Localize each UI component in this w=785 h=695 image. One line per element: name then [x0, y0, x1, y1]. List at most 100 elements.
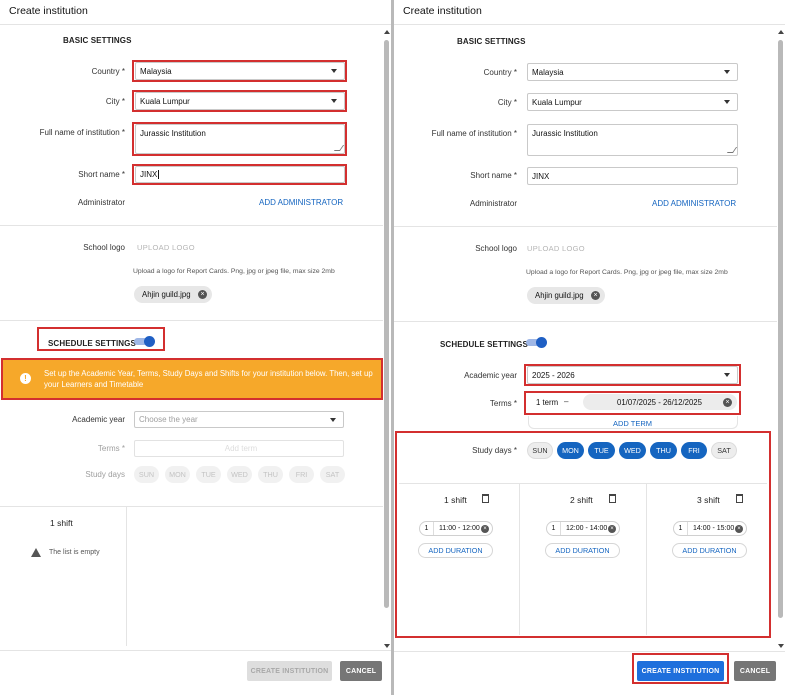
duration-time: 12:00 - 14:00: [566, 525, 608, 532]
city-label: City *: [497, 98, 517, 107]
duration-time: 14:00 - 15:00: [693, 525, 735, 532]
city-select[interactable]: Kuala Lumpur: [527, 93, 738, 111]
divider: [394, 651, 785, 652]
close-icon[interactable]: ×: [735, 525, 743, 533]
add-duration-button[interactable]: ADD DURATION: [545, 543, 620, 558]
upload-logo-button[interactable]: UPLOAD LOGO: [527, 244, 585, 253]
close-icon[interactable]: ×: [591, 291, 600, 300]
add-term-link[interactable]: ADD TERM: [613, 419, 652, 428]
add-administrator-link[interactable]: ADD ADMINISTRATOR: [652, 199, 736, 208]
upload-logo-button[interactable]: UPLOAD LOGO: [137, 243, 195, 252]
duration-chip[interactable]: 1 11:00 - 12:00 ×: [419, 521, 493, 536]
empty-list-text: The list is empty: [49, 549, 100, 556]
scroll-up-icon[interactable]: [778, 30, 784, 34]
logo-file-name: Ahjin guild.jpg: [142, 290, 191, 299]
highlight-box: [524, 364, 741, 386]
cancel-button[interactable]: CANCEL: [340, 661, 382, 681]
study-days-label: Study days: [85, 470, 125, 479]
divider: [394, 321, 777, 322]
duration-chip[interactable]: 1 12:00 - 14:00 ×: [546, 521, 620, 536]
shortname-input[interactable]: JINX: [527, 167, 738, 185]
close-icon[interactable]: ×: [608, 525, 616, 533]
highlight-box: [524, 391, 741, 415]
fullname-label: Full name of institution *: [431, 129, 517, 138]
divider: [394, 24, 785, 25]
school-logo-label: School logo: [83, 243, 125, 252]
day-thu: THU: [258, 466, 283, 483]
chevron-down-icon: [724, 70, 730, 74]
terms-label: Terms *: [489, 399, 517, 408]
highlight-box: [37, 327, 165, 351]
divider: [394, 226, 777, 227]
shift-title: 2 shift: [570, 495, 593, 505]
day-tue[interactable]: TUE: [588, 442, 615, 459]
shift-title: 3 shift: [697, 495, 720, 505]
trash-icon[interactable]: [482, 494, 489, 503]
close-icon[interactable]: ×: [198, 290, 207, 299]
add-term-field: Add term: [134, 440, 344, 457]
terms-label: Terms *: [97, 444, 125, 453]
logo-file-chip: Ahjin guild.jpg ×: [527, 287, 605, 304]
day-sun[interactable]: SUN: [527, 442, 553, 459]
day-wed[interactable]: WED: [619, 442, 646, 459]
academic-year-label: Academic year: [72, 415, 125, 424]
divider: [646, 483, 647, 635]
scroll-down-icon[interactable]: [384, 644, 390, 648]
terms-placeholder: Add term: [224, 444, 258, 453]
scroll-up-icon[interactable]: [384, 30, 390, 34]
resize-handle-icon[interactable]: [726, 147, 738, 153]
banner-text: Set up the Academic Year, Terms, Study D…: [44, 369, 373, 389]
basic-settings-heading: BASIC SETTINGS: [457, 37, 526, 46]
divider: [399, 483, 767, 484]
scroll-down-icon[interactable]: [778, 644, 784, 648]
school-logo-label: School logo: [475, 244, 517, 253]
logo-file-name: Ahjin guild.jpg: [535, 291, 584, 300]
city-label: City *: [105, 97, 125, 106]
day-wed: WED: [227, 466, 252, 483]
shortname-label: Short name *: [78, 170, 125, 179]
academic-year-select[interactable]: Choose the year: [134, 411, 344, 428]
day-mon: MON: [165, 466, 190, 483]
create-institution-dialog-right: Create institution BASIC SETTINGS Countr…: [394, 0, 785, 695]
add-duration-button[interactable]: ADD DURATION: [672, 543, 747, 558]
highlight-box: [132, 60, 347, 82]
shift-title: 1 shift: [50, 518, 73, 528]
trash-icon[interactable]: [736, 494, 743, 503]
close-icon[interactable]: ×: [481, 525, 489, 533]
duration-index: 1: [674, 522, 688, 535]
trash-icon[interactable]: [609, 494, 616, 503]
day-tue: TUE: [196, 466, 221, 483]
shortname-label: Short name *: [470, 171, 517, 180]
divider: [0, 320, 383, 321]
duration-chip[interactable]: 1 14:00 - 15:00 ×: [673, 521, 747, 536]
cancel-button[interactable]: CANCEL: [734, 661, 776, 681]
scrollbar-thumb[interactable]: [778, 40, 783, 618]
administrator-label: Administrator: [469, 199, 517, 208]
day-sat[interactable]: SAT: [711, 442, 737, 459]
country-select[interactable]: Malaysia: [527, 63, 738, 81]
dialog-title: Create institution: [9, 5, 88, 17]
schedule-toggle[interactable]: [526, 337, 547, 348]
fullname-textarea[interactable]: Jurassic Institution: [527, 124, 738, 156]
duration-index: 1: [547, 522, 561, 535]
day-mon[interactable]: MON: [557, 442, 584, 459]
add-duration-button[interactable]: ADD DURATION: [418, 543, 493, 558]
day-fri[interactable]: FRI: [681, 442, 707, 459]
divider: [0, 506, 383, 507]
logo-hint: Upload a logo for Report Cards. Png, jpg…: [526, 269, 728, 276]
divider: [126, 506, 127, 646]
scrollbar-thumb[interactable]: [384, 40, 389, 608]
day-sun: SUN: [134, 466, 159, 483]
country-value: Malaysia: [532, 67, 564, 77]
create-institution-button[interactable]: CREATE INSTITUTION: [247, 661, 332, 681]
shift-title: 1 shift: [444, 495, 467, 505]
logo-hint: Upload a logo for Report Cards. Png, jpg…: [133, 268, 335, 275]
fullname-value: Jurassic Institution: [532, 129, 598, 138]
day-thu[interactable]: THU: [650, 442, 677, 459]
chevron-down-icon: [724, 100, 730, 104]
divider: [0, 24, 391, 25]
duration-time: 11:00 - 12:00: [439, 525, 480, 532]
dialog-title: Create institution: [403, 5, 482, 17]
add-administrator-link[interactable]: ADD ADMINISTRATOR: [259, 198, 343, 207]
shortname-value: JINX: [532, 171, 550, 181]
